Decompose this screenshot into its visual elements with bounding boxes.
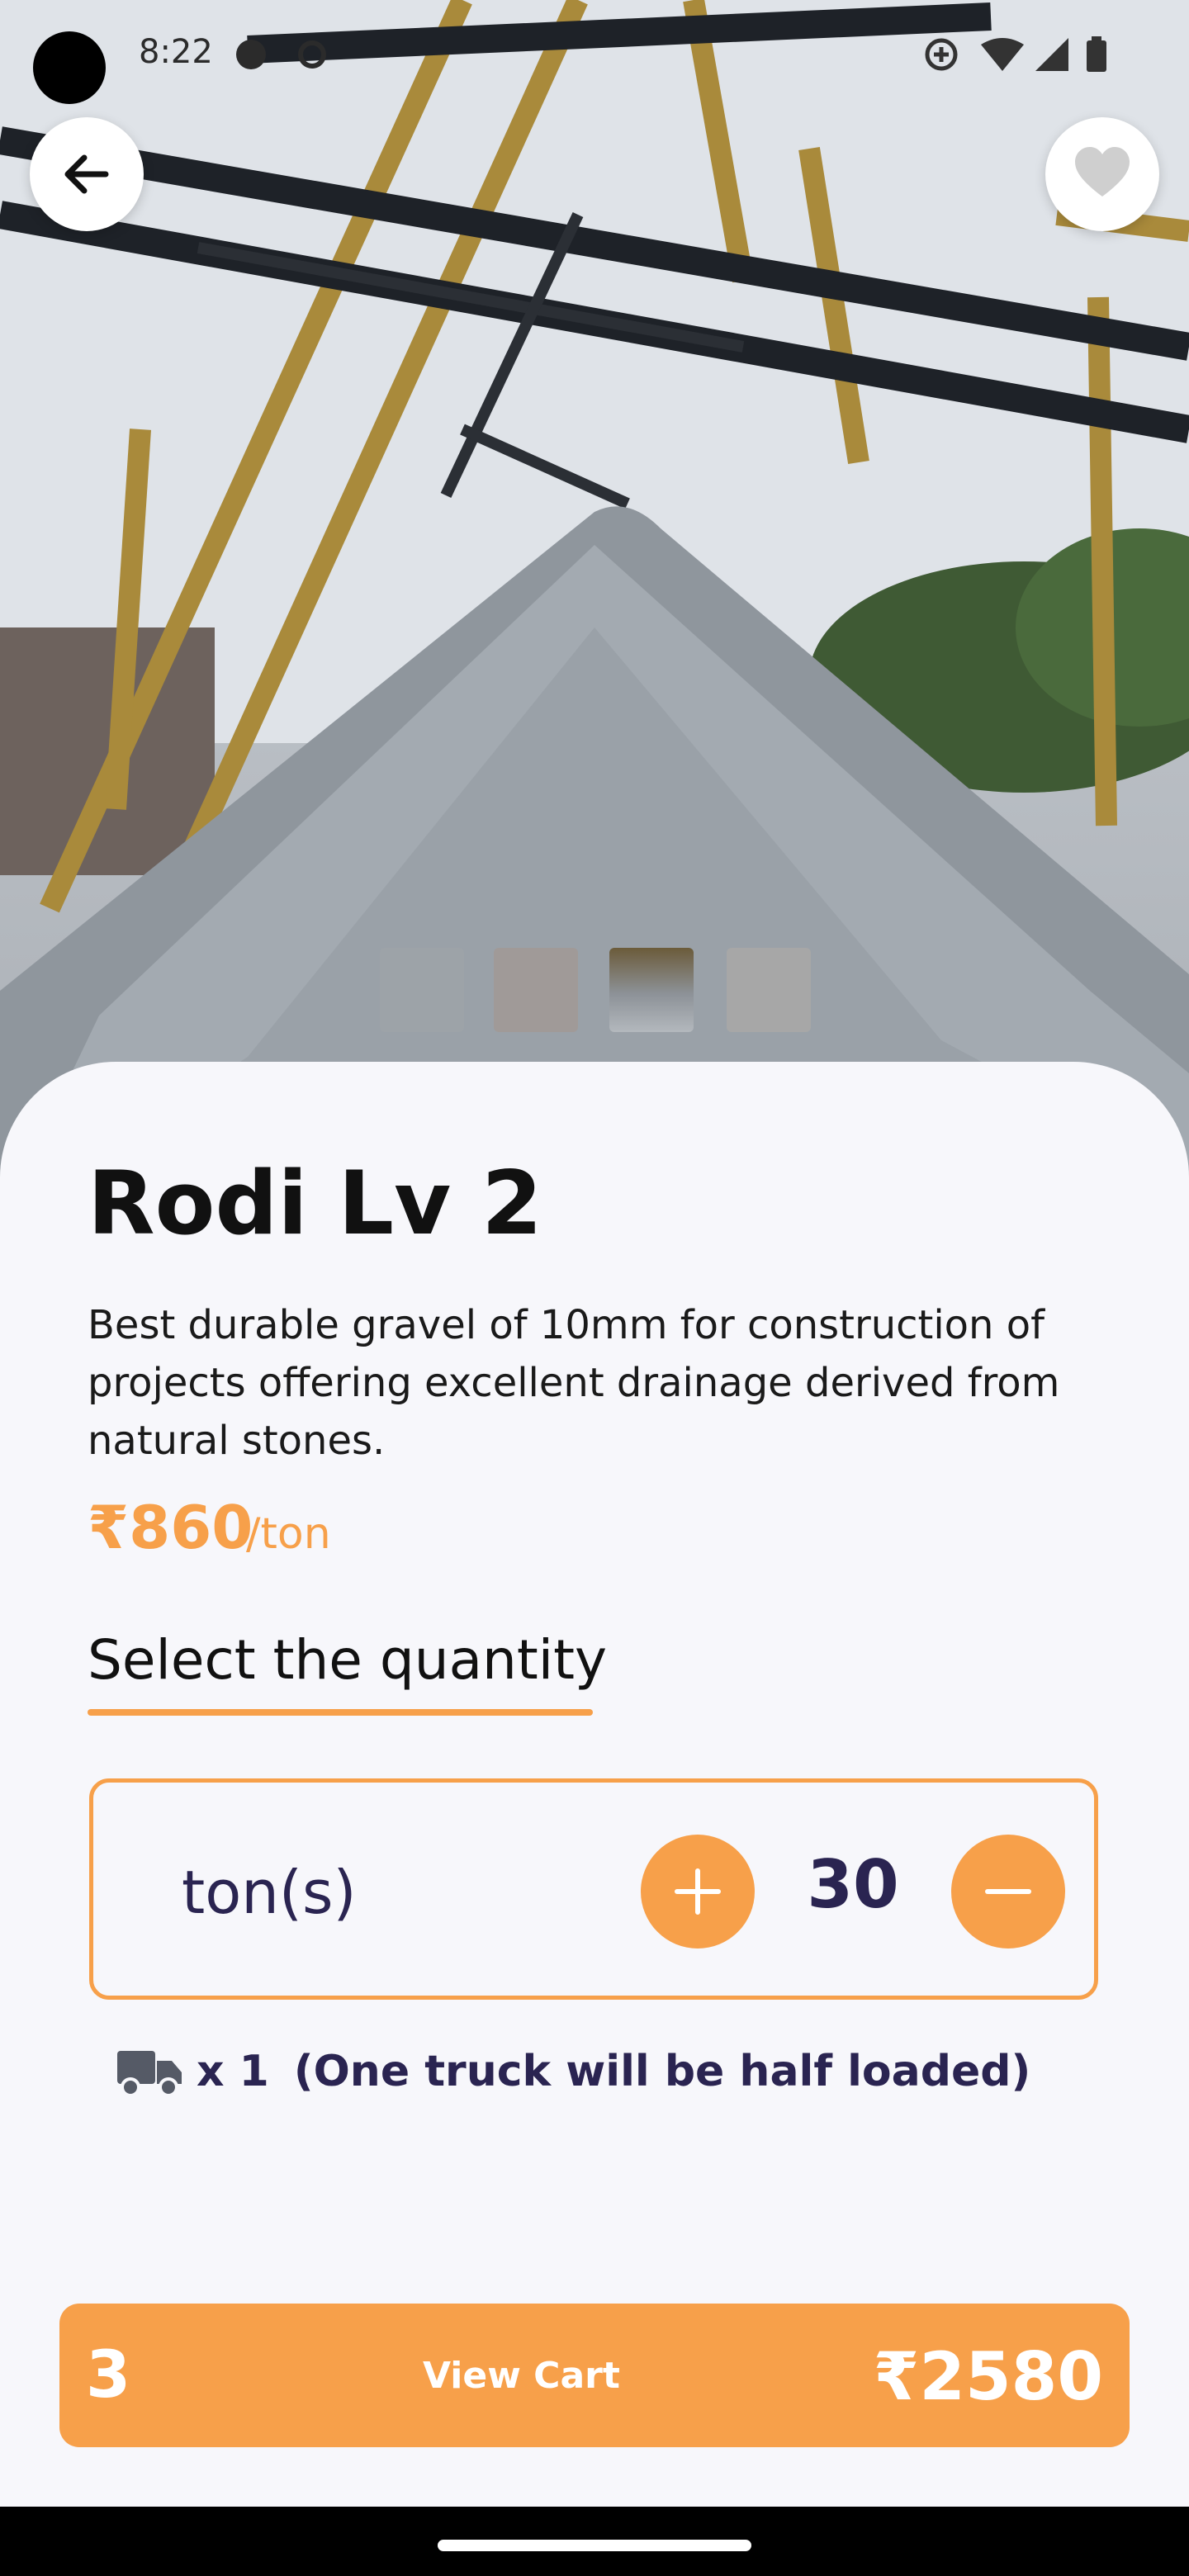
product-description: Best durable gravel of 10mm for construc… (88, 1302, 1060, 1464)
product-title: Rodi Lv 2 (88, 1153, 542, 1254)
increase-quantity-button[interactable] (641, 1835, 755, 1949)
quantity-unit: ton(s) (182, 1858, 357, 1927)
battery-icon (1087, 36, 1106, 72)
truck-count: x 1 (197, 2047, 269, 2096)
thumbnail-4[interactable] (727, 948, 811, 1032)
thumbnail-3[interactable] (609, 948, 694, 1032)
data-saver-icon (925, 38, 958, 71)
product-price: ₹860 (88, 1493, 253, 1562)
back-button[interactable] (30, 117, 144, 231)
truck-icon (117, 2051, 182, 2097)
status-time: 8:22 (139, 33, 213, 71)
decrease-quantity-button[interactable] (951, 1835, 1065, 1949)
heart-icon (1075, 147, 1130, 197)
quantity-value: 30 (807, 1846, 899, 1923)
status-bar: 8:22 (0, 0, 1189, 116)
truck-note: (One truck will be half loaded) (293, 2047, 1031, 2096)
quantity-section-label: Select the quantity (88, 1628, 608, 1692)
image-thumbnails (0, 948, 1189, 1039)
home-gesture-handle[interactable] (438, 2540, 751, 2551)
price-unit: /ton (246, 1509, 331, 1559)
notification-icon (236, 40, 266, 69)
section-underline (88, 1709, 593, 1716)
settings-gear-icon (298, 40, 326, 69)
cart-total: ₹2580 (873, 2338, 1103, 2415)
gravel-plant-photo (0, 0, 1189, 1222)
favorite-button[interactable] (1045, 117, 1159, 231)
product-hero-image (0, 0, 1189, 1222)
thumbnail-1[interactable] (380, 948, 464, 1032)
signal-icon (1035, 38, 1068, 71)
system-navigation-bar (0, 2507, 1189, 2576)
arrow-left-icon (64, 154, 109, 194)
camera-cutout (33, 31, 106, 104)
plus-icon (675, 1868, 721, 1915)
minus-icon (985, 1889, 1031, 1894)
wifi-icon (981, 38, 1024, 71)
cart-item-count: 3 (86, 2338, 131, 2413)
truck-load-info: x 1 (One truck will be half loaded) (117, 2043, 1030, 2100)
view-cart-label: View Cart (423, 2355, 620, 2397)
view-cart-button[interactable]: 3 View Cart ₹2580 (59, 2304, 1130, 2447)
thumbnail-2[interactable] (494, 948, 578, 1032)
